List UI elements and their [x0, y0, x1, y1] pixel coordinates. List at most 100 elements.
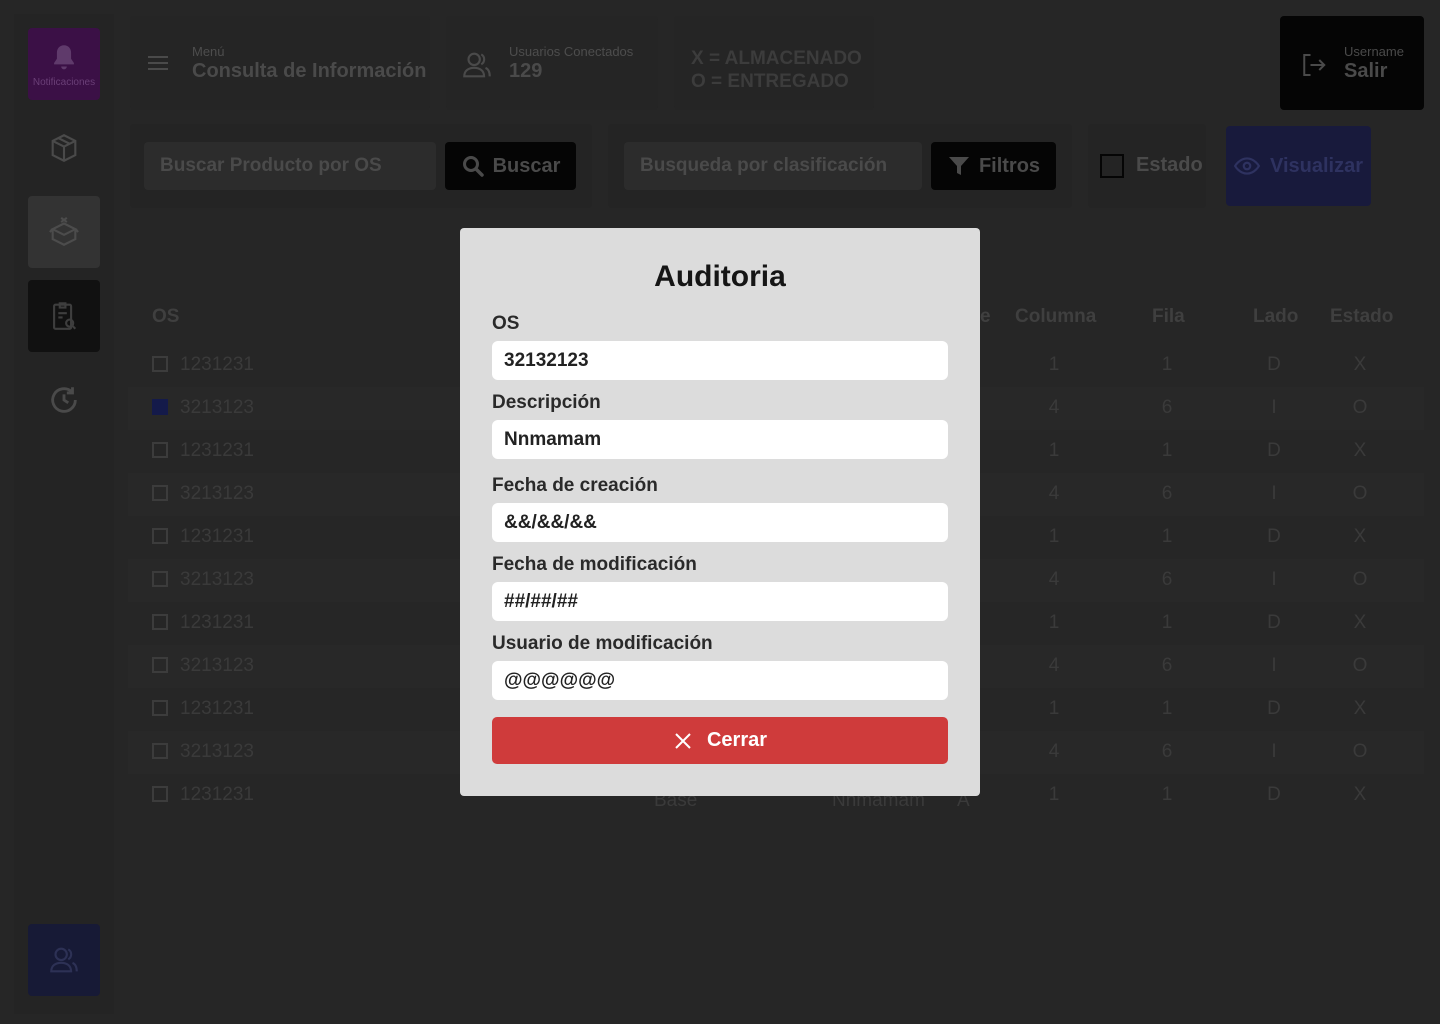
header-fila: Fila [1152, 306, 1185, 327]
status-checkbox[interactable] [1100, 154, 1124, 178]
cell-lado: I [1271, 483, 1277, 504]
modification-user-field[interactable] [492, 661, 948, 700]
history-nav-button[interactable] [28, 364, 100, 436]
row-checkbox[interactable] [152, 657, 168, 673]
cell-os: 3213123 [180, 483, 254, 504]
cell-estado: X [1353, 784, 1367, 805]
consult-nav-button[interactable] [28, 280, 100, 352]
cell-lado: D [1267, 612, 1281, 633]
connected-users-count: 129 [509, 60, 543, 82]
row-checkbox[interactable] [152, 571, 168, 587]
visualize-button[interactable]: Visualizar [1226, 126, 1371, 206]
cell-os: 1231231 [180, 354, 254, 375]
header-os: OS [152, 306, 180, 327]
filters-button-label: Filtros [978, 154, 1041, 177]
cell-fila: 6 [1161, 655, 1173, 676]
row-checkbox[interactable] [152, 485, 168, 501]
cell-columna: 1 [1048, 784, 1060, 805]
cell-columna: 4 [1048, 483, 1060, 504]
row-checkbox[interactable] [152, 786, 168, 802]
cell-estado: X [1353, 440, 1367, 461]
modification-date-label: Fecha de modificación [492, 554, 697, 575]
cell-estado: O [1352, 397, 1368, 418]
classification-input[interactable]: Busqueda por clasificación [624, 142, 922, 190]
row-checkbox[interactable] [152, 399, 168, 415]
cell-columna: 4 [1048, 741, 1060, 762]
cell-estado: X [1353, 698, 1367, 719]
page-title: Consulta de Información [192, 60, 427, 82]
delivery-nav-button[interactable] [28, 196, 100, 268]
cell-lado: D [1267, 440, 1281, 461]
status-legend-card: X = ALMACENADO O = ENTREGADO [674, 16, 874, 110]
notifications-button[interactable]: Notificaciones [28, 28, 100, 100]
row-checkbox[interactable] [152, 614, 168, 630]
cell-columna: 1 [1048, 354, 1060, 375]
description-field[interactable] [492, 420, 948, 459]
inventory-nav-button[interactable] [28, 112, 100, 184]
cell-fila: 1 [1161, 526, 1173, 547]
sidebar: Notificaciones [14, 14, 114, 1014]
cell-fila: 1 [1161, 612, 1173, 633]
menu-card: Menú Consulta de Información [130, 16, 430, 110]
cell-fila: 1 [1161, 784, 1173, 805]
cell-os: 1231231 [180, 784, 254, 805]
cell-lado: D [1267, 698, 1281, 719]
cell-estado: O [1352, 569, 1368, 590]
search-button-label: Buscar [492, 154, 561, 177]
modification-user-label: Usuario de modificación [492, 633, 713, 654]
clipboard-search-icon [53, 302, 77, 330]
cell-lado: D [1267, 354, 1281, 375]
username-label: Username [1344, 44, 1404, 59]
header-columna: Columna [1015, 306, 1097, 327]
users-icon [50, 947, 78, 973]
cell-columna: 4 [1048, 397, 1060, 418]
cell-lado: I [1271, 569, 1277, 590]
cell-columna: 1 [1048, 526, 1060, 547]
cell-columna: 1 [1048, 698, 1060, 719]
close-button-label: Cerrar [706, 729, 768, 751]
hamburger-icon[interactable] [148, 54, 170, 72]
row-checkbox[interactable] [152, 700, 168, 716]
header-estado: Estado [1330, 306, 1394, 327]
row-checkbox[interactable] [152, 356, 168, 372]
logout-button[interactable]: Username Salir [1280, 16, 1424, 110]
row-checkbox[interactable] [152, 743, 168, 759]
cell-fila: 6 [1161, 569, 1173, 590]
cell-estado: X [1353, 526, 1367, 547]
connected-users-card: Usuarios Conectados 129 [446, 16, 658, 110]
filters-button[interactable]: Filtros [931, 142, 1056, 190]
users-nav-button[interactable] [28, 924, 100, 996]
creation-date-field[interactable] [492, 503, 948, 542]
os-label: OS [492, 313, 520, 334]
cell-fila: 6 [1161, 741, 1173, 762]
search-button[interactable]: Buscar [445, 142, 576, 190]
modification-date-field[interactable] [492, 582, 948, 621]
os-field[interactable] [492, 341, 948, 380]
cell-os: 3213123 [180, 569, 254, 590]
search-input[interactable]: Buscar Producto por OS [144, 142, 436, 190]
dialog-title: Auditoria [654, 260, 786, 293]
cell-columna: 1 [1048, 612, 1060, 633]
cell-os: 1231231 [180, 612, 254, 633]
legend-stored: X = ALMACENADO [691, 48, 862, 69]
cell-estado: X [1353, 354, 1367, 375]
description-label: Descripción [492, 392, 601, 413]
status-checkbox-label: Estado [1136, 154, 1203, 176]
notifications-label: Notificaciones [32, 76, 96, 88]
history-icon [51, 387, 77, 413]
close-icon [675, 732, 691, 749]
creation-date-label: Fecha de creación [492, 475, 658, 496]
cell-estado: O [1352, 655, 1368, 676]
cell-estado: X [1353, 612, 1367, 633]
row-checkbox[interactable] [152, 528, 168, 544]
close-button[interactable]: Cerrar [492, 717, 948, 764]
bell-icon [54, 44, 74, 69]
cell-lado: D [1267, 784, 1281, 805]
cell-os: 3213123 [180, 397, 254, 418]
row-checkbox[interactable] [152, 442, 168, 458]
cell-estado: O [1352, 741, 1368, 762]
cell-os: 3213123 [180, 655, 254, 676]
header-partial: e [980, 306, 991, 327]
eye-icon [1233, 157, 1260, 175]
cell-estado: O [1352, 483, 1368, 504]
